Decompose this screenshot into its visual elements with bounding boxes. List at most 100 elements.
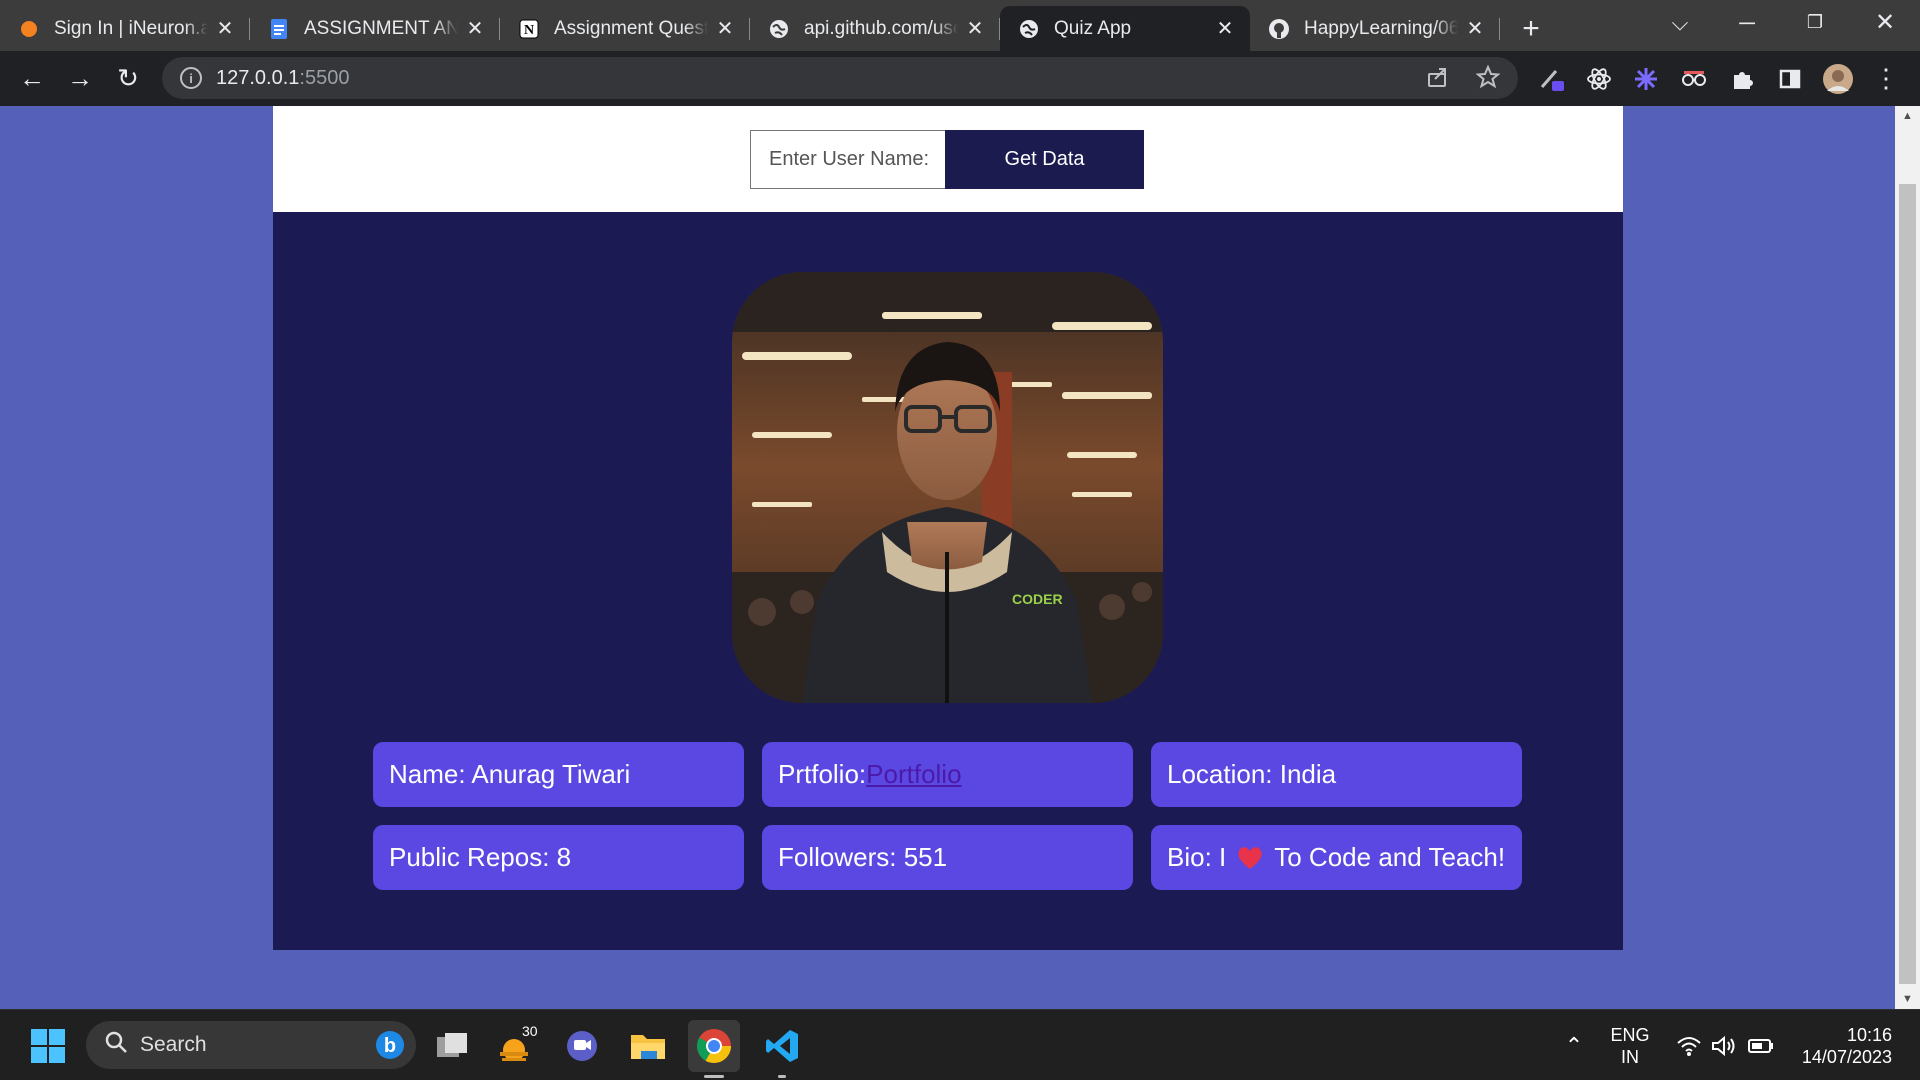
close-icon[interactable]: ✕ xyxy=(1214,18,1236,40)
globe-icon xyxy=(768,18,790,40)
tab-assignment-answers[interactable]: ASSIGNMENT ANSWERS ✕ xyxy=(250,6,500,51)
tab-title: Sign In | iNeuron.ai xyxy=(54,17,208,39)
close-icon[interactable]: ✕ xyxy=(714,18,736,40)
close-icon[interactable]: ✕ xyxy=(964,18,986,40)
tray-overflow-icon[interactable]: ⌃ xyxy=(1556,1010,1592,1080)
search-label: Search xyxy=(140,1033,207,1056)
taskbar-search[interactable]: Search b xyxy=(86,1021,416,1069)
user-search-form: Get Data xyxy=(750,130,1144,189)
scrollbar-thumb[interactable] xyxy=(1899,184,1916,984)
hoodie-text: CODER xyxy=(1012,591,1063,607)
scroll-up-icon[interactable]: ▲ xyxy=(1895,106,1920,126)
clock-date: 14/07/2023 xyxy=(1801,1046,1892,1067)
heart-icon xyxy=(1236,845,1264,871)
name-text: Name: Anurag Tiwari xyxy=(389,759,631,789)
location-text: Location: India xyxy=(1167,759,1337,789)
docs-icon xyxy=(268,18,290,40)
notion-icon: N xyxy=(518,18,540,40)
bookmark-star-icon[interactable] xyxy=(1475,64,1501,95)
close-icon[interactable]: ✕ xyxy=(1464,18,1486,40)
github-icon xyxy=(1268,18,1290,40)
followers-card: Followers: 551 xyxy=(762,825,1133,890)
volume-icon[interactable] xyxy=(1708,1010,1742,1080)
globe-icon xyxy=(1018,18,1040,40)
lang-line1: ENG xyxy=(1610,1024,1650,1045)
scroll-down-icon[interactable]: ▼ xyxy=(1895,989,1920,1009)
vscode-icon[interactable] xyxy=(756,1020,808,1078)
page-viewport: Get Data xyxy=(0,106,1920,1009)
task-view-icon[interactable] xyxy=(426,1020,478,1072)
wifi-icon[interactable] xyxy=(1672,1010,1706,1080)
search-header: Get Data xyxy=(273,106,1623,212)
tab-title: HappyLearning/06 xyxy=(1304,17,1458,39)
tab-title: Quiz App xyxy=(1054,17,1132,39)
battery-icon[interactable] xyxy=(1744,1010,1778,1080)
react-devtools-icon[interactable] xyxy=(1575,51,1623,106)
browser-tab-strip: Sign In | iNeuron.ai ✕ ASSIGNMENT ANSWER… xyxy=(0,0,1920,51)
bing-icon[interactable]: b xyxy=(374,1029,406,1067)
chrome-taskbar-icon[interactable] xyxy=(688,1020,740,1078)
restore-button[interactable]: ❐ xyxy=(1788,0,1842,45)
tab-search-icon[interactable]: ⌵ xyxy=(1653,0,1707,45)
glasses-extension-icon[interactable] xyxy=(1670,51,1718,106)
side-panel-icon[interactable] xyxy=(1766,51,1814,106)
burst-extension-icon[interactable] xyxy=(1622,51,1670,106)
portfolio-link[interactable]: Portfolio xyxy=(866,759,961,790)
get-data-button[interactable]: Get Data xyxy=(945,130,1144,189)
location-card: Location: India xyxy=(1151,742,1522,807)
tab-ineuron[interactable]: Sign In | iNeuron.ai ✕ xyxy=(0,6,250,51)
clock-time: 10:16 xyxy=(1846,1024,1892,1045)
tab-title: api.github.com/users xyxy=(804,17,958,39)
share-icon[interactable] xyxy=(1426,65,1450,95)
username-input[interactable] xyxy=(750,130,945,189)
tab-quiz-app[interactable]: Quiz App ✕ xyxy=(1000,6,1250,51)
bio-card: Bio: I To Code and Teach! xyxy=(1151,825,1522,890)
portfolio-label: Prtfolio: xyxy=(778,759,867,789)
minimize-button[interactable]: ─ xyxy=(1720,0,1774,45)
profile-avatar: CODER xyxy=(732,272,1163,703)
ineuron-icon xyxy=(18,18,40,40)
tab-happylearning[interactable]: HappyLearning/06 ✕ xyxy=(1250,6,1500,51)
forward-icon[interactable]: → xyxy=(56,55,104,103)
repos-card: Public Repos: 8 xyxy=(373,825,744,890)
back-icon[interactable]: ← xyxy=(8,55,56,103)
tab-github-api[interactable]: api.github.com/users ✕ xyxy=(750,6,1000,51)
clock[interactable]: 10:16 14/07/2023 xyxy=(1786,1010,1892,1080)
new-tab-button[interactable]: + xyxy=(1508,6,1554,51)
reload-icon[interactable]: ↻ xyxy=(104,55,152,103)
puzzle-extensions-icon[interactable] xyxy=(1718,51,1766,106)
tab-assignment-questions[interactable]: N Assignment Questions ✕ xyxy=(500,6,750,51)
bio-prefix: Bio: I xyxy=(1167,842,1227,872)
profile-section: CODER Name: Anurag Tiwari Prtfolio: Port… xyxy=(273,212,1623,950)
bio-suffix: To Code and Teach! xyxy=(1274,842,1506,872)
address-bar[interactable]: i 127.0.0.1:5500 xyxy=(162,57,1518,99)
name-card: Name: Anurag Tiwari xyxy=(373,742,744,807)
pen-extension-icon[interactable] xyxy=(1528,51,1576,106)
file-explorer-icon[interactable] xyxy=(622,1020,674,1072)
portfolio-card: Prtfolio: Portfolio xyxy=(762,742,1133,807)
url-host: 127.0.0.1 xyxy=(216,66,300,89)
tab-title: ASSIGNMENT ANSWERS xyxy=(304,17,458,39)
search-icon xyxy=(104,1030,128,1060)
url-port: :5500 xyxy=(299,66,350,89)
lang-line2: IN xyxy=(1621,1046,1639,1067)
weather-icon[interactable]: 30° xyxy=(490,1020,542,1072)
site-info-icon[interactable]: i xyxy=(180,67,202,89)
svg-text:b: b xyxy=(384,1035,396,1057)
chrome-menu-icon[interactable]: ⋮ xyxy=(1862,51,1910,106)
quiz-app-page: Get Data xyxy=(273,106,1623,950)
language-indicator[interactable]: ENG IN xyxy=(1602,1010,1658,1080)
teams-chat-icon[interactable] xyxy=(556,1020,608,1072)
tab-title: Assignment Questions xyxy=(554,17,708,39)
taskbar: Search b 30° ⌃ ENGIN 10:1614/07/2023 xyxy=(0,1009,1920,1080)
windows-start-icon[interactable] xyxy=(22,1020,74,1072)
profile-avatar-icon[interactable] xyxy=(1814,51,1862,106)
close-icon[interactable]: ✕ xyxy=(464,18,486,40)
page-scrollbar[interactable]: ▲ ▼ xyxy=(1895,106,1920,1009)
followers-text: Followers: 551 xyxy=(778,842,948,872)
repos-text: Public Repos: 8 xyxy=(389,842,572,872)
close-icon[interactable]: ✕ xyxy=(214,18,236,40)
window-close-button[interactable]: ✕ xyxy=(1858,0,1912,45)
profile-cards: Name: Anurag Tiwari Prtfolio: Portfolio … xyxy=(373,742,1522,890)
weather-temp: 30° xyxy=(522,1024,538,1039)
